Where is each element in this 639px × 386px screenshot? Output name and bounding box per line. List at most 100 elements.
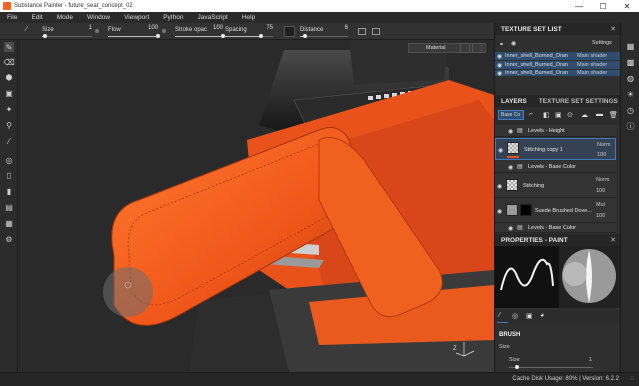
menu-javascript[interactable]: JavaScript — [191, 14, 235, 21]
size-knob[interactable] — [42, 33, 47, 38]
shader-settings-icon[interactable]: ▤ — [4, 202, 14, 212]
eye-icon[interactable]: ◉ — [497, 53, 502, 60]
display-icon[interactable]: ☀ — [625, 89, 636, 100]
menu-mode[interactable]: Mode — [50, 14, 80, 21]
minimize-button[interactable]: — — [567, 0, 591, 12]
eye-icon[interactable]: ◉ — [497, 208, 502, 215]
maximize-button[interactable]: ☐ — [591, 0, 615, 12]
distance-track[interactable] — [300, 33, 348, 38]
levels-icon: ▤ — [517, 128, 523, 134]
visibility-icon[interactable]: ◉ — [511, 40, 516, 47]
flow-slider[interactable]: Flow 100 — [108, 23, 160, 40]
layer-opacity[interactable]: 100 — [597, 152, 606, 158]
add-effect-icon[interactable]: ⊙ — [567, 111, 573, 119]
layer-row[interactable]: ◉ Stitching Norm 100 — [495, 174, 616, 198]
spacing-slider[interactable]: Spacing 75 — [225, 23, 273, 40]
environment-icon[interactable] — [472, 43, 482, 53]
add-fill-layer-icon[interactable]: ◧ — [543, 111, 550, 119]
add-filter-icon[interactable]: ☁ — [581, 111, 588, 119]
stroke-opacity-track[interactable] — [175, 33, 225, 38]
channel-dropdown[interactable]: Base Co — [498, 110, 524, 120]
3d-viewport[interactable]: Material Z — [19, 40, 494, 372]
brush-size-slider[interactable] — [509, 365, 593, 369]
layer-tool-icon[interactable]: ▯ — [4, 170, 14, 180]
camera-icon[interactable] — [460, 43, 470, 53]
panel-close-icon[interactable]: ✕ — [610, 236, 616, 244]
layer-row-selected[interactable]: ◉ Stitching copy 1 Norm 100 — [495, 138, 616, 160]
material-tab-icon[interactable]: ◎ — [512, 312, 518, 320]
tab-layers[interactable]: LAYERS — [501, 98, 527, 105]
layer-row[interactable]: ◉ ▤ Levels - Base Color — [495, 224, 616, 233]
lazy-mouse-icon[interactable] — [284, 26, 295, 37]
display-settings-icon[interactable]: ▮ — [4, 186, 14, 196]
smudge-icon[interactable]: ✦ — [4, 104, 14, 114]
properties-panel-icon[interactable]: ▩ — [625, 57, 636, 68]
stencil-tab-icon[interactable]: ▣ — [526, 312, 533, 320]
bake-icon[interactable]: ◎ — [4, 155, 14, 165]
menu-file[interactable]: File — [0, 14, 24, 21]
eye-icon[interactable]: ◉ — [508, 164, 513, 171]
layer-row[interactable]: ◉ Suede Brushed Dove... Mul 100 — [495, 199, 616, 223]
blend-mode[interactable]: Norm — [596, 177, 609, 183]
eye-icon[interactable]: ◉ — [497, 183, 502, 190]
layer-row[interactable]: ◉ ▤ Levels - Base Color — [495, 161, 616, 173]
brush-options-icon[interactable]: ⁄ — [26, 26, 36, 36]
add-paint-layer-icon[interactable]: ⌐ — [529, 111, 533, 118]
projection-icon[interactable]: ⬢ — [4, 72, 14, 82]
polygon-fill-icon[interactable]: ▣ — [4, 88, 14, 98]
distance-knob[interactable] — [302, 33, 307, 38]
view-icon[interactable] — [372, 28, 380, 35]
texture-set-row[interactable]: ◉ Inner_shell_Burned_Oran Main shader — [495, 61, 621, 69]
info-icon[interactable]: ⓘ — [625, 121, 636, 132]
settings-icon[interactable]: ⚙ — [4, 234, 14, 244]
clone-icon[interactable]: ⚲ — [4, 120, 14, 130]
eye-icon[interactable]: ◉ — [508, 128, 513, 135]
menu-viewport[interactable]: Viewport — [117, 14, 156, 21]
texture-set-row[interactable]: ◉ Inner_shell_Burned_Oran Main shader — [495, 70, 621, 76]
size-pressure-icon[interactable] — [95, 29, 99, 33]
blend-mode[interactable]: Norm — [597, 142, 610, 148]
delete-layer-icon[interactable]: 🗑 — [609, 111, 618, 119]
stroke-opacity-slider[interactable]: Stroke opac 100 — [175, 23, 225, 40]
size-value[interactable]: 1 — [589, 357, 592, 363]
add-folder-icon[interactable]: ▬ — [596, 111, 603, 118]
layer-row[interactable]: ◉ ▤ Levels - Height — [495, 125, 616, 137]
eye-icon[interactable]: ◉ — [508, 225, 513, 232]
eye-icon[interactable]: ◉ — [497, 70, 502, 77]
menu-help[interactable]: Help — [235, 14, 262, 21]
close-button[interactable]: ✕ — [615, 0, 639, 12]
eye-icon[interactable]: ◉ — [498, 147, 503, 154]
flow-knob[interactable] — [156, 33, 160, 38]
panel-close-icon[interactable]: ✕ — [610, 25, 616, 33]
log-icon[interactable]: ▦ — [4, 218, 14, 228]
spacing-track[interactable] — [225, 33, 273, 38]
spacing-knob[interactable] — [259, 33, 263, 38]
menu-window[interactable]: Window — [80, 14, 117, 21]
texture-set-row[interactable]: ◉ Inner_shell_Burned_Oran Main shader — [495, 52, 621, 60]
alpha-tab-icon[interactable]: ◕ — [540, 312, 544, 319]
size-track[interactable] — [42, 33, 92, 38]
menu-edit[interactable]: Edit — [24, 14, 49, 21]
color-picker-icon[interactable]: ⁄ — [4, 136, 14, 146]
size-slider[interactable]: Size 1 — [42, 23, 92, 40]
menu-python[interactable]: Python — [156, 14, 190, 21]
shelf-icon[interactable]: ◍ — [625, 73, 636, 84]
eraser-icon[interactable]: ⌫ — [3, 57, 14, 67]
tab-texture-set-settings[interactable]: TEXTURE SET SETTINGS — [539, 98, 618, 105]
blend-mode[interactable]: Mul — [596, 202, 605, 208]
history-icon[interactable]: ◷ — [625, 105, 636, 116]
settings-dropdown[interactable]: Settings — [592, 40, 612, 46]
layer-opacity[interactable]: 100 — [596, 213, 605, 219]
brush-tab-icon[interactable]: ⁄ — [499, 312, 500, 319]
link-icon[interactable]: ⚭ — [499, 41, 504, 48]
flow-track[interactable] — [108, 33, 160, 38]
add-mask-icon[interactable]: ▣ — [555, 111, 562, 119]
symmetry-icon[interactable] — [358, 28, 366, 35]
eye-icon[interactable]: ◉ — [497, 62, 502, 69]
flow-pressure-icon[interactable] — [162, 29, 166, 33]
layers-panel-icon[interactable]: ▦ — [625, 41, 636, 52]
paint-brush-icon[interactable]: ✎ — [4, 42, 14, 52]
distance-slider[interactable]: Distance 6 — [300, 23, 348, 40]
brush-size-knob[interactable] — [515, 365, 519, 369]
layer-opacity[interactable]: 100 — [596, 188, 605, 194]
